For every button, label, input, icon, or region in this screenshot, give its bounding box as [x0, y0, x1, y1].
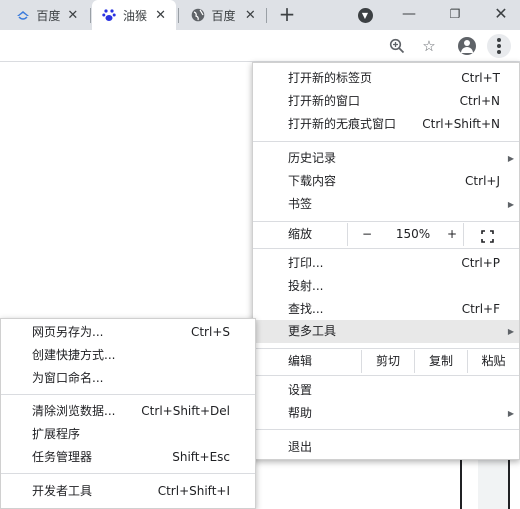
- tab-separator: [90, 8, 91, 23]
- submenu-arrow-icon: ▶: [507, 200, 514, 209]
- menu-item-more-tools[interactable]: 更多工具 ▶: [253, 320, 519, 343]
- menu-item-exit[interactable]: 退出: [253, 436, 519, 459]
- menu-separator: [1, 473, 255, 474]
- baidu-paw-icon: [102, 7, 117, 23]
- tab-title: 油猴: [122, 8, 147, 23]
- menu-item-find[interactable]: 查找... Ctrl+F: [253, 298, 519, 321]
- tab-1[interactable]: 百度 ✕: [6, 0, 88, 30]
- menu-item-print[interactable]: 打印... Ctrl+P: [253, 252, 519, 275]
- tab-3[interactable]: 百度 ✕: [180, 0, 266, 30]
- maximize-button[interactable]: ❐: [442, 0, 468, 30]
- menu-item-settings[interactable]: 设置: [253, 379, 519, 402]
- tab-close-icon[interactable]: ✕: [243, 8, 258, 23]
- zoom-level: 150%: [395, 227, 431, 241]
- globe-icon: [190, 7, 205, 23]
- submenu-arrow-icon: ▶: [507, 154, 514, 163]
- submenu-item-extensions[interactable]: 扩展程序: [1, 423, 255, 446]
- menu-edit-row: 编辑 剪切 复制 粘贴: [253, 350, 519, 373]
- page-scroll-area: [478, 460, 508, 509]
- zoom-out-button[interactable]: −: [349, 223, 385, 246]
- tab-strip: 百度 ✕ 油猴 ✕ 百度 ✕ + ▼ — ❐ ✕: [0, 0, 520, 30]
- tab-separator: [178, 8, 179, 23]
- menu-item-cast[interactable]: 投射...: [253, 275, 519, 298]
- paste-button[interactable]: 粘贴: [468, 350, 519, 373]
- cut-button[interactable]: 剪切: [362, 350, 414, 373]
- fullscreen-icon[interactable]: [481, 228, 494, 243]
- menu-separator: [253, 348, 519, 349]
- menu-item-bookmarks[interactable]: 书签 ▶: [253, 193, 519, 216]
- tab-close-icon[interactable]: ✕: [153, 8, 168, 23]
- submenu-item-task-manager[interactable]: 任务管理器 Shift+Esc: [1, 446, 255, 469]
- page-border-line: [508, 460, 510, 509]
- tab-title: 百度: [36, 8, 61, 23]
- menu-zoom-row: 缩放 − 150% +: [253, 223, 519, 246]
- new-tab-button[interactable]: +: [276, 3, 298, 25]
- baidu-paw-icon: [16, 7, 30, 23]
- more-tools-submenu: 网页另存为... Ctrl+S 创建快捷方式... 为窗口命名... 清除浏览数…: [0, 318, 256, 509]
- chevron-down-icon: ▼: [357, 8, 373, 23]
- menu-separator: [253, 375, 519, 376]
- tab-search-button[interactable]: ▼: [356, 0, 374, 30]
- zoom-in-button[interactable]: +: [441, 223, 463, 246]
- page-border-line: [460, 460, 462, 509]
- submenu-arrow-icon: ▶: [507, 327, 514, 336]
- zoom-label: 缩放: [288, 227, 313, 241]
- close-window-button[interactable]: ✕: [488, 0, 514, 30]
- submenu-item-save-page[interactable]: 网页另存为... Ctrl+S: [1, 321, 255, 344]
- menu-separator: [253, 141, 519, 142]
- menu-separator: [1, 394, 255, 395]
- submenu-item-name-window[interactable]: 为窗口命名...: [1, 367, 255, 390]
- submenu-item-dev-tools[interactable]: 开发者工具 Ctrl+Shift+I: [1, 480, 255, 503]
- toolbar: ☆: [0, 30, 520, 62]
- edit-label: 编辑: [288, 354, 313, 368]
- zoom-icon[interactable]: [386, 35, 408, 57]
- chrome-main-menu: 打开新的标签页 Ctrl+T 打开新的窗口 Ctrl+N 打开新的无痕式窗口 C…: [252, 62, 520, 460]
- profile-avatar-icon[interactable]: [456, 35, 478, 57]
- copy-button[interactable]: 复制: [415, 350, 467, 373]
- menu-item-new-tab[interactable]: 打开新的标签页 Ctrl+T: [253, 67, 519, 90]
- menu-item-help[interactable]: 帮助 ▶: [253, 402, 519, 425]
- submenu-item-clear-data[interactable]: 清除浏览数据... Ctrl+Shift+Del: [1, 400, 255, 423]
- tab-title: 百度: [211, 8, 236, 23]
- menu-item-history[interactable]: 历史记录 ▶: [253, 147, 519, 170]
- submenu-arrow-icon: ▶: [507, 409, 514, 418]
- submenu-item-create-shortcut[interactable]: 创建快捷方式...: [1, 344, 255, 367]
- tab-separator: [266, 8, 267, 23]
- menu-item-new-window[interactable]: 打开新的窗口 Ctrl+N: [253, 90, 519, 113]
- bookmark-star-icon[interactable]: ☆: [418, 35, 440, 57]
- menu-item-downloads[interactable]: 下载内容 Ctrl+J: [253, 170, 519, 193]
- menu-item-incognito[interactable]: 打开新的无痕式窗口 Ctrl+Shift+N: [253, 113, 519, 136]
- tab-2[interactable]: 油猴 ✕: [92, 0, 176, 30]
- menu-kebab-icon[interactable]: [487, 34, 511, 58]
- minimize-button[interactable]: —: [396, 0, 422, 30]
- menu-separator: [253, 248, 519, 249]
- menu-separator: [253, 221, 519, 222]
- menu-separator: [253, 429, 519, 430]
- tab-close-icon[interactable]: ✕: [66, 8, 80, 23]
